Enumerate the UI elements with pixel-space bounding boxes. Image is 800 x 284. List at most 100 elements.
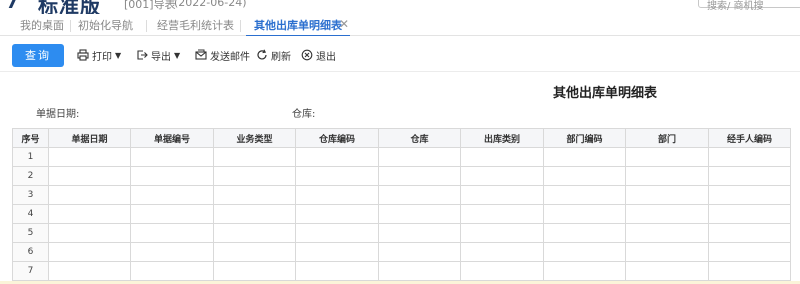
column-header[interactable]: 单据日期 (48, 128, 131, 148)
table-cell[interactable] (378, 185, 461, 205)
query-button[interactable]: 查询 (12, 44, 64, 67)
global-search-input[interactable]: 搜索/ 商机搜 (698, 0, 800, 12)
table-cell[interactable] (295, 242, 379, 262)
table-cell[interactable] (543, 147, 626, 167)
table-cell[interactable] (130, 204, 214, 224)
table-cell[interactable] (48, 147, 131, 167)
table-cell[interactable] (213, 147, 296, 167)
column-header[interactable]: 单据编号 (130, 128, 214, 148)
table-row[interactable]: 4 (12, 204, 791, 224)
tab-init-nav[interactable]: 初始化导航 (78, 17, 133, 36)
table-row[interactable]: 7 (12, 261, 791, 281)
table-cell[interactable] (295, 166, 379, 186)
table-cell[interactable] (130, 242, 214, 262)
table-cell[interactable] (378, 223, 461, 243)
table-cell[interactable] (48, 223, 131, 243)
table-cell[interactable] (708, 242, 791, 262)
export-button[interactable]: 导出 ▼ (136, 44, 180, 66)
account-set-label[interactable]: [001]导表 (124, 0, 176, 12)
filter-date-label: 单据日期: (36, 109, 80, 120)
table-cell[interactable] (708, 185, 791, 205)
exit-button[interactable]: 退出 (301, 44, 336, 66)
table-cell[interactable] (213, 185, 296, 205)
table-cell[interactable] (48, 166, 131, 186)
table-cell[interactable] (295, 261, 379, 281)
table-cell[interactable] (130, 261, 214, 281)
table-cell[interactable] (130, 185, 214, 205)
table-cell[interactable] (543, 223, 626, 243)
table-cell[interactable] (543, 185, 626, 205)
app-logo: 7 (6, 0, 19, 13)
table-cell[interactable] (295, 147, 379, 167)
table-cell[interactable] (708, 204, 791, 224)
column-header[interactable]: 部门编码 (543, 128, 626, 148)
table-cell[interactable] (295, 204, 379, 224)
column-header[interactable]: 仓库 (378, 128, 461, 148)
table-cell[interactable] (460, 147, 544, 167)
table-cell[interactable] (543, 261, 626, 281)
tab-gross-profit[interactable]: 经营毛利统计表 (157, 17, 234, 36)
table-cell[interactable] (48, 204, 131, 224)
table-cell[interactable] (48, 261, 131, 281)
table-cell[interactable] (460, 204, 544, 224)
app-title: 标准版 (38, 0, 101, 14)
table-row[interactable]: 2 (12, 166, 791, 186)
table-cell[interactable] (708, 166, 791, 186)
table-cell[interactable] (460, 166, 544, 186)
send-mail-button[interactable]: 发送邮件 (195, 44, 250, 66)
tab-other-outbound-detail[interactable]: 其他出库单明细表 (254, 17, 342, 36)
table-cell[interactable] (295, 185, 379, 205)
table-cell[interactable] (213, 223, 296, 243)
toolbar: 查询 打印 ▼ 导出 ▼ 发送邮件 刷新 退出 (0, 36, 800, 72)
table-cell[interactable] (48, 185, 131, 205)
table-cell[interactable] (130, 166, 214, 186)
table-cell[interactable] (213, 166, 296, 186)
table-cell[interactable] (625, 185, 709, 205)
table-cell[interactable] (625, 147, 709, 167)
table-cell[interactable] (295, 223, 379, 243)
table-cell[interactable] (460, 242, 544, 262)
table-cell[interactable] (460, 185, 544, 205)
table-cell[interactable] (378, 261, 461, 281)
table-row[interactable]: 6 (12, 242, 791, 262)
table-cell[interactable] (543, 204, 626, 224)
table-cell[interactable] (708, 147, 791, 167)
column-header[interactable]: 仓库编码 (295, 128, 379, 148)
close-tab-icon[interactable]: ✕ (339, 17, 349, 31)
table-row[interactable]: 3 (12, 185, 791, 205)
table-cell[interactable] (625, 242, 709, 262)
table-cell[interactable] (708, 223, 791, 243)
login-date: (2022-06-24) (174, 0, 247, 9)
table-cell[interactable] (708, 261, 791, 281)
column-header[interactable]: 业务类型 (213, 128, 296, 148)
table-cell[interactable] (625, 223, 709, 243)
table-cell[interactable] (213, 261, 296, 281)
tab-desktop[interactable]: 我的桌面 (20, 17, 64, 36)
table-cell[interactable] (460, 223, 544, 243)
column-header[interactable]: 经手人编码 (708, 128, 791, 148)
table-cell[interactable] (625, 261, 709, 281)
column-header[interactable]: 部门 (625, 128, 709, 148)
table-row[interactable]: 1 (12, 147, 791, 167)
table-cell[interactable] (213, 242, 296, 262)
table-cell[interactable] (543, 166, 626, 186)
table-cell[interactable] (378, 242, 461, 262)
table-cell[interactable] (460, 261, 544, 281)
print-button[interactable]: 打印 ▼ (77, 44, 121, 66)
table-cell[interactable] (130, 147, 214, 167)
column-header[interactable]: 出库类别 (460, 128, 544, 148)
table-row[interactable]: 5 (12, 223, 791, 243)
table-cell[interactable] (130, 223, 214, 243)
table-cell[interactable] (378, 166, 461, 186)
table-cell[interactable] (378, 147, 461, 167)
table-cell[interactable] (625, 166, 709, 186)
table-cell[interactable] (543, 242, 626, 262)
row-number: 5 (12, 223, 49, 243)
table-cell[interactable] (378, 204, 461, 224)
refresh-button[interactable]: 刷新 (256, 44, 291, 66)
table-cell[interactable] (48, 242, 131, 262)
table-cell[interactable] (625, 204, 709, 224)
column-header[interactable]: 序号 (12, 128, 49, 148)
tab-divider (70, 20, 71, 32)
table-cell[interactable] (213, 204, 296, 224)
